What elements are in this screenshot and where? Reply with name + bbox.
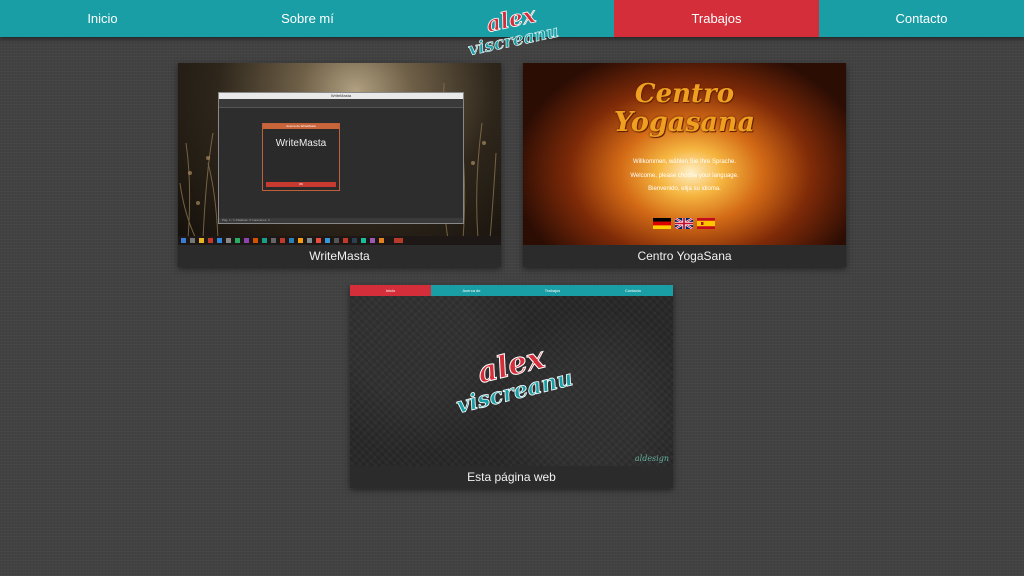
nav-sobre-mi[interactable]: Sobre mí [205, 0, 410, 37]
nav-contacto[interactable]: Contacto [819, 0, 1024, 37]
yogasana-title-line-1: Centro [634, 79, 735, 109]
taskbar-app-icon [271, 238, 276, 243]
taskbar-app-icon [244, 238, 249, 243]
work-caption: Esta página web [467, 470, 556, 484]
writemasta-app-window: WriteMasta Pág. 1 / 1 Palabras: 0 Caract… [218, 92, 464, 224]
taskbar-app-icon [307, 238, 312, 243]
dialog-titlebar: Acerca de WriteMasta [263, 124, 339, 129]
taskbar-app-icon [289, 238, 294, 243]
esta-pagina-screenshot: Inicio Acerca de Trabajos Contacto alex … [350, 285, 673, 466]
uk-flag-icon [675, 218, 693, 229]
taskbar-app-icon [343, 238, 348, 243]
work-caption: Centro YogaSana [637, 249, 732, 263]
german-flag-icon [653, 218, 671, 229]
taskbar-app-icon [199, 238, 204, 243]
start-icon [181, 238, 186, 243]
mini-site-logo: alex viscreanu [454, 340, 576, 417]
taskbar-active-app-icon [394, 238, 403, 243]
taskbar-app-icon [190, 238, 195, 243]
status-bar: Pág. 1 / 1 Palabras: 0 Caracteres: 0 [219, 218, 463, 223]
yogasana-screenshot: Centro Yogasana Willkommen, wählen Sie I… [523, 63, 846, 245]
welcome-spanish: Bienvenido, elija su idioma. [648, 186, 721, 192]
about-dialog: Acerca de WriteMasta WriteMasta OK [262, 123, 340, 191]
taskbar-app-icon [325, 238, 330, 243]
taskbar-app-icon [226, 238, 231, 243]
taskbar-app-icon [235, 238, 240, 243]
taskbar-app-icon [298, 238, 303, 243]
mini-nav-trabajos: Trabajos [544, 288, 561, 293]
taskbar-app-icon [352, 238, 357, 243]
mini-nav-acerca: Acerca de [462, 288, 481, 293]
taskbar-app-icon [334, 238, 339, 243]
work-card-esta-pagina[interactable]: Inicio Acerca de Trabajos Contacto alex … [350, 285, 673, 488]
work-caption: WriteMasta [309, 249, 370, 263]
taskbar-app-icon [361, 238, 366, 243]
work-card-yogasana[interactable]: Centro Yogasana Willkommen, wählen Sie I… [523, 63, 846, 267]
writemasta-screenshot: WriteMasta Pág. 1 / 1 Palabras: 0 Caract… [178, 63, 501, 245]
taskbar-app-icon [370, 238, 375, 243]
welcome-german: Willkommen, wählen Sie Ihre Sprache. [632, 159, 737, 165]
taskbar-app-icon [217, 238, 222, 243]
taskbar-app-icon [379, 238, 384, 243]
spanish-flag-icon [697, 218, 715, 229]
taskbar-app-icon [280, 238, 285, 243]
mini-nav-inicio: Inicio [350, 285, 431, 296]
dialog-ok-button: OK [266, 182, 336, 187]
nav-trabajos[interactable]: Trabajos [614, 0, 819, 37]
work-card-writemasta[interactable]: WriteMasta Pág. 1 / 1 Palabras: 0 Caract… [178, 63, 501, 267]
windows-taskbar [178, 236, 501, 245]
nav-inicio[interactable]: Inicio [0, 0, 205, 37]
taskbar-app-icon [253, 238, 258, 243]
site-logo[interactable]: alex viscreanu [455, 0, 570, 58]
dialog-title: WriteMasta [275, 138, 327, 149]
designer-signature: aldesign [634, 454, 669, 463]
mini-nav-contacto: Contacto [624, 288, 641, 293]
yogasana-title-line-2: Yogasana [613, 107, 756, 138]
taskbar-app-icon [208, 238, 213, 243]
taskbar-app-icon [262, 238, 267, 243]
taskbar-app-icon [316, 238, 321, 243]
editor-toolbar [219, 99, 463, 108]
welcome-english: Welcome, please choose your language. [630, 173, 739, 179]
mini-navigation: Inicio Acerca de Trabajos Contacto [350, 285, 673, 296]
